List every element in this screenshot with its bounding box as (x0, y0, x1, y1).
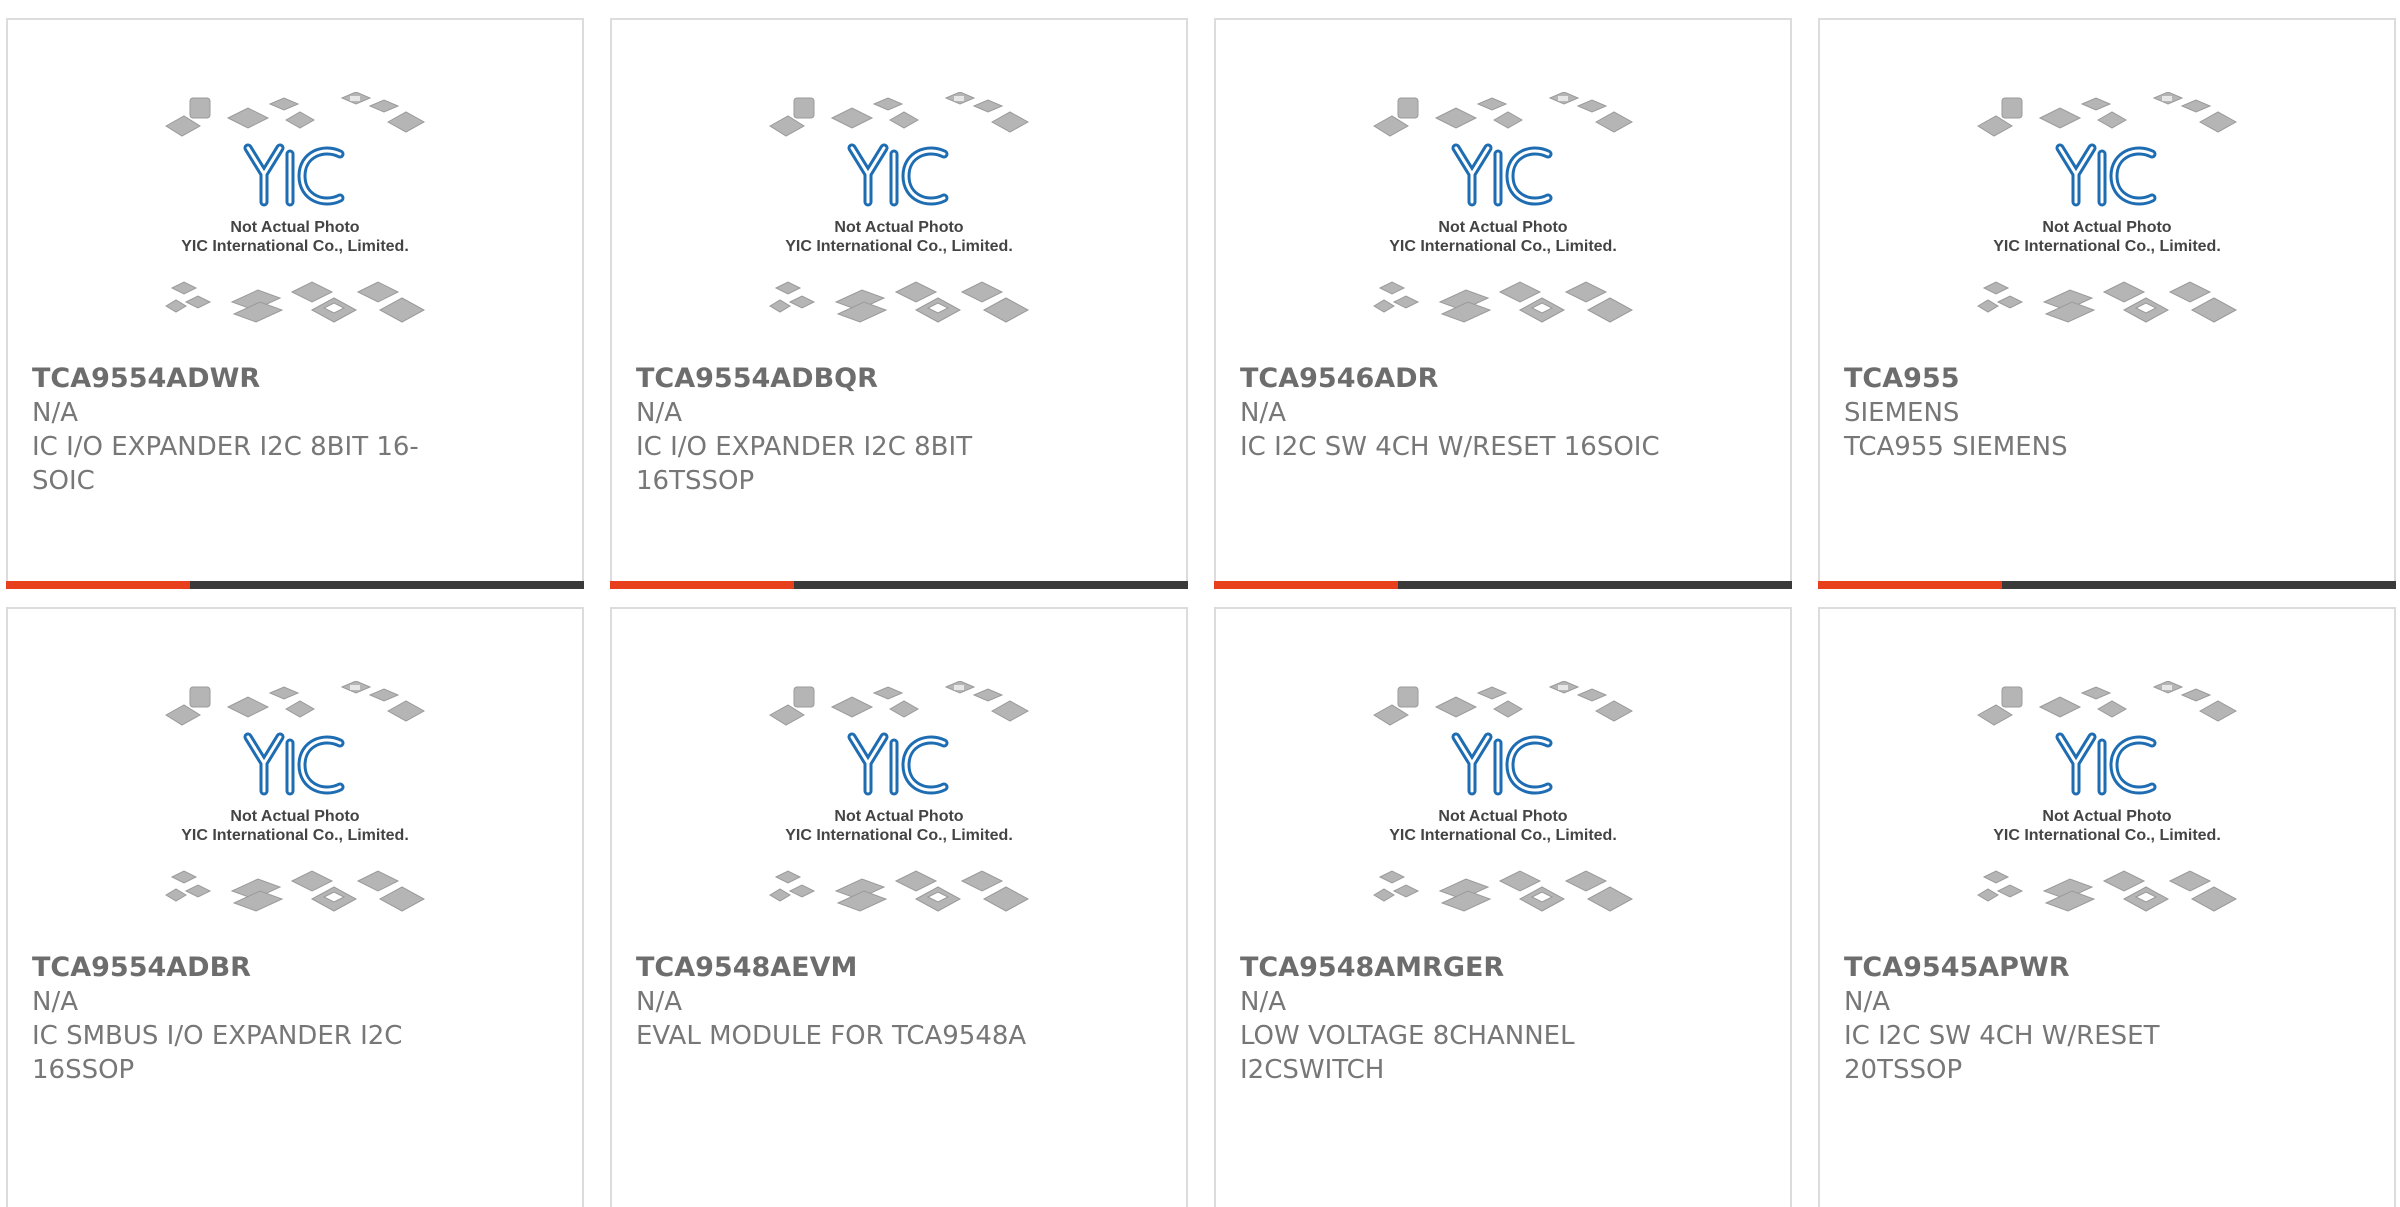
card-bottom-bar (610, 581, 1188, 589)
part-number-link[interactable]: TCA955 (1844, 362, 2264, 396)
card-bar-accent (610, 581, 794, 589)
placeholder-line-2: YIC International Co., Limited. (1389, 827, 1617, 844)
product-card[interactable]: Not Actual Photo YIC International Co., … (6, 18, 584, 589)
card-bottom-bar (1214, 581, 1792, 589)
placeholder-line-1: Not Actual Photo (1438, 808, 1567, 825)
product-card[interactable]: Not Actual Photo YIC International Co., … (1818, 18, 2396, 589)
card-bottom-bar (1818, 581, 2396, 589)
product-grid: Not Actual Photo YIC International Co., … (0, 0, 2400, 1207)
placeholder-line-2: YIC International Co., Limited. (181, 827, 409, 844)
part-number-link[interactable]: TCA9554ADBR (32, 951, 452, 985)
brand-label: N/A (32, 398, 78, 428)
product-image[interactable]: Not Actual Photo YIC International Co., … (8, 681, 582, 917)
product-image[interactable]: Not Actual Photo YIC International Co., … (1216, 681, 1790, 917)
product-card[interactable]: Not Actual Photo YIC International Co., … (610, 607, 1188, 1207)
chip-placeholder-image: Not Actual Photo YIC International Co., … (1370, 92, 1636, 328)
product-info: TCA9546ADR N/A IC I2C SW 4CH W/RESET 16S… (1240, 362, 1660, 464)
product-card[interactable]: Not Actual Photo YIC International Co., … (610, 18, 1188, 589)
product-info: TCA9545APWR N/A IC I2C SW 4CH W/RESET 20… (1844, 951, 2264, 1087)
description: IC I2C SW 4CH W/RESET 16SOIC (1240, 432, 1660, 462)
product-card[interactable]: Not Actual Photo YIC International Co., … (1214, 18, 1792, 589)
product-card[interactable]: Not Actual Photo YIC International Co., … (1818, 607, 2396, 1207)
product-image[interactable]: Not Actual Photo YIC International Co., … (1216, 92, 1790, 328)
placeholder-line-1: Not Actual Photo (2042, 808, 2171, 825)
placeholder-line-1: Not Actual Photo (230, 808, 359, 825)
product-info: TCA9548AEVM N/A EVAL MODULE FOR TCA9548A (636, 951, 1056, 1053)
card-bottom-bar (6, 581, 584, 589)
product-info: TCA9548AMRGER N/A LOW VOLTAGE 8CHANNEL I… (1240, 951, 1660, 1087)
description: TCA955 SIEMENS (1844, 432, 2068, 462)
chip-placeholder-image: Not Actual Photo YIC International Co., … (1974, 681, 2240, 917)
brand-label: SIEMENS (1844, 398, 1960, 428)
chip-placeholder-image: Not Actual Photo YIC International Co., … (766, 681, 1032, 917)
product-info: TCA9554ADBQR N/A IC I/O EXPANDER I2C 8BI… (636, 362, 1056, 498)
placeholder-line-1: Not Actual Photo (1438, 219, 1567, 236)
placeholder-line-2: YIC International Co., Limited. (1993, 238, 2221, 255)
placeholder-line-1: Not Actual Photo (834, 219, 963, 236)
placeholder-line-1: Not Actual Photo (230, 219, 359, 236)
part-number-link[interactable]: TCA9554ADWR (32, 362, 452, 396)
description: IC I/O EXPANDER I2C 8BIT 16TSSOP (636, 432, 973, 496)
chip-placeholder-image: Not Actual Photo YIC International Co., … (1370, 681, 1636, 917)
brand-label: N/A (1240, 987, 1286, 1017)
placeholder-line-2: YIC International Co., Limited. (785, 238, 1013, 255)
product-image[interactable]: Not Actual Photo YIC International Co., … (8, 92, 582, 328)
product-image[interactable]: Not Actual Photo YIC International Co., … (612, 92, 1186, 328)
part-number-link[interactable]: TCA9554ADBQR (636, 362, 1056, 396)
chip-placeholder-image: Not Actual Photo YIC International Co., … (1974, 92, 2240, 328)
product-image[interactable]: Not Actual Photo YIC International Co., … (612, 681, 1186, 917)
chip-placeholder-image: Not Actual Photo YIC International Co., … (162, 92, 428, 328)
card-bar-accent (6, 581, 190, 589)
product-image[interactable]: Not Actual Photo YIC International Co., … (1820, 92, 2394, 328)
card-bar-accent (1214, 581, 1398, 589)
product-info: TCA9554ADBR N/A IC SMBUS I/O EXPANDER I2… (32, 951, 452, 1087)
chip-placeholder-image: Not Actual Photo YIC International Co., … (162, 681, 428, 917)
placeholder-line-2: YIC International Co., Limited. (181, 238, 409, 255)
product-card[interactable]: Not Actual Photo YIC International Co., … (1214, 607, 1792, 1207)
product-image[interactable]: Not Actual Photo YIC International Co., … (1820, 681, 2394, 917)
product-card[interactable]: Not Actual Photo YIC International Co., … (6, 607, 584, 1207)
description: IC I/O EXPANDER I2C 8BIT 16-SOIC (32, 432, 419, 496)
product-info: TCA955 SIEMENS TCA955 SIEMENS (1844, 362, 2264, 464)
brand-label: N/A (1240, 398, 1286, 428)
product-info: TCA9554ADWR N/A IC I/O EXPANDER I2C 8BIT… (32, 362, 452, 498)
part-number-link[interactable]: TCA9548AEVM (636, 951, 1056, 985)
description: EVAL MODULE FOR TCA9548A (636, 1021, 1027, 1051)
part-number-link[interactable]: TCA9545APWR (1844, 951, 2264, 985)
card-bar-accent (1818, 581, 2002, 589)
part-number-link[interactable]: TCA9546ADR (1240, 362, 1660, 396)
chip-placeholder-image: Not Actual Photo YIC International Co., … (766, 92, 1032, 328)
description: LOW VOLTAGE 8CHANNEL I2CSWITCH (1240, 1021, 1575, 1085)
brand-label: N/A (32, 987, 78, 1017)
placeholder-line-1: Not Actual Photo (2042, 219, 2171, 236)
brand-label: N/A (1844, 987, 1890, 1017)
brand-label: N/A (636, 398, 682, 428)
description: IC I2C SW 4CH W/RESET 20TSSOP (1844, 1021, 2160, 1085)
placeholder-line-2: YIC International Co., Limited. (785, 827, 1013, 844)
part-number-link[interactable]: TCA9548AMRGER (1240, 951, 1660, 985)
placeholder-line-1: Not Actual Photo (834, 808, 963, 825)
description: IC SMBUS I/O EXPANDER I2C 16SSOP (32, 1021, 403, 1085)
placeholder-line-2: YIC International Co., Limited. (1389, 238, 1617, 255)
brand-label: N/A (636, 987, 682, 1017)
placeholder-line-2: YIC International Co., Limited. (1993, 827, 2221, 844)
